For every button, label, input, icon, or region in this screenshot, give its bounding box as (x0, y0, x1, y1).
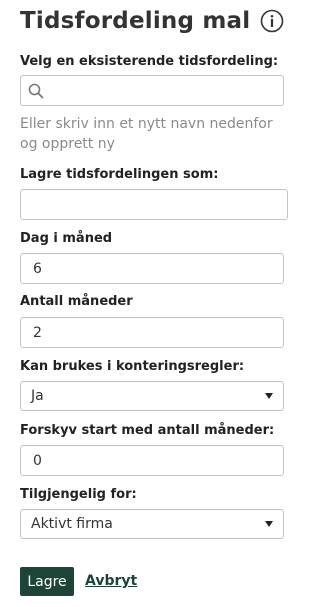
available-for-selected-value: Aktivt firma (31, 516, 113, 532)
posting-rules-select[interactable]: Ja (20, 381, 284, 411)
chevron-down-icon (265, 393, 273, 399)
available-for-label: Tilgjengelig for: (20, 487, 137, 502)
offset-months-input[interactable] (20, 445, 284, 476)
save-as-input[interactable] (20, 189, 288, 220)
existing-distribution-label: Velg en eksisterende tidsfordeling: (20, 54, 279, 69)
posting-rules-label: Kan brukes i konteringsregler: (20, 359, 245, 374)
day-of-month-input[interactable] (20, 253, 284, 284)
chevron-down-icon (265, 521, 273, 527)
page-header: Tidsfordeling mal (20, 8, 284, 34)
months-count-label: Antall måneder (20, 294, 133, 309)
save-button[interactable]: Lagre (20, 567, 74, 596)
cancel-link[interactable]: Avbryt (85, 573, 137, 589)
create-new-helper-text: Eller skriv inn et nytt navn nedenfor og… (20, 116, 273, 152)
available-for-select[interactable]: Aktivt firma (20, 509, 284, 539)
months-count-input[interactable] (20, 317, 284, 348)
page-title: Tidsfordeling mal (20, 8, 251, 34)
offset-months-label: Forskyv start med antall måneder: (20, 423, 275, 438)
existing-distribution-search[interactable] (20, 75, 284, 106)
search-input[interactable] (51, 77, 276, 104)
day-of-month-label: Dag i måned (20, 231, 113, 246)
search-icon (28, 83, 44, 99)
posting-rules-selected-value: Ja (31, 388, 44, 404)
save-as-label: Lagre tidsfordelingen som: (20, 167, 219, 182)
info-icon[interactable] (260, 9, 284, 33)
